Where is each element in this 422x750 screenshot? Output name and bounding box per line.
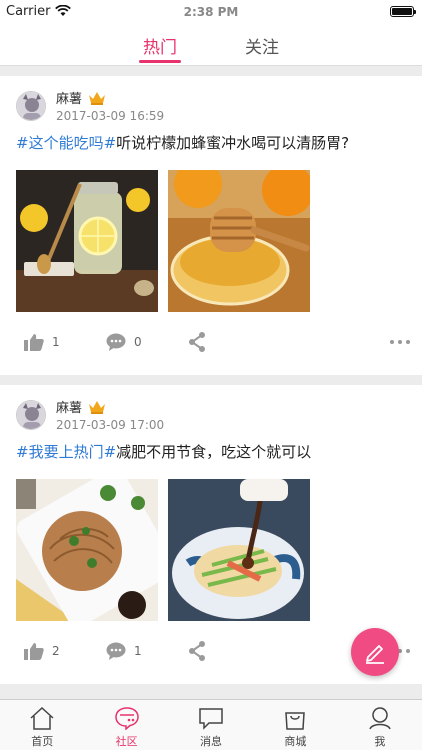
comment-button[interactable]: 0 <box>106 333 188 351</box>
post-header: 麻薯 2017-03-09 17:00 <box>16 397 164 432</box>
like-button[interactable]: 1 <box>24 333 106 351</box>
top-tabs: 热门 关注 <box>0 22 422 66</box>
post-feed: 麻薯 2017-03-09 16:59 #这个能吃吗#听说柠檬加蜂蜜冲水喝可以清… <box>0 76 422 694</box>
like-count: 2 <box>52 644 60 658</box>
post-text: #这个能吃吗#听说柠檬加蜂蜜冲水喝可以清肠胃? <box>16 132 349 153</box>
home-icon <box>30 706 54 730</box>
post-time: 2017-03-09 16:59 <box>56 109 165 123</box>
topic-tag[interactable]: #我要上热门# <box>16 443 116 461</box>
user-row: 麻薯 <box>56 88 164 107</box>
thumbs-up-icon <box>24 643 44 660</box>
share-button[interactable] <box>188 641 270 661</box>
crown-icon <box>89 91 106 105</box>
photo-noodle-salad[interactable] <box>168 479 310 621</box>
post-card[interactable]: 麻薯 2017-03-09 16:59 #这个能吃吗#听说柠檬加蜂蜜冲水喝可以清… <box>0 76 422 375</box>
comment-count: 0 <box>134 335 142 349</box>
avatar[interactable] <box>16 90 46 121</box>
pencil-icon <box>366 645 384 664</box>
comment-count: 1 <box>134 644 142 658</box>
community-icon <box>114 707 139 730</box>
username[interactable]: 麻薯 <box>56 397 82 416</box>
avatar[interactable] <box>16 399 46 430</box>
profile-icon <box>369 707 391 730</box>
comment-button[interactable]: 1 <box>106 642 188 660</box>
nav-shop-label: 商城 <box>284 735 307 748</box>
nav-home[interactable]: 首页 <box>0 700 84 750</box>
post-body: 减肥不用节食，吃这个就可以 <box>116 443 312 461</box>
carrier-group: Carrier <box>6 3 72 19</box>
nav-home-label: 首页 <box>31 735 54 748</box>
post-meta: 麻薯 2017-03-09 17:00 <box>56 397 164 432</box>
share-icon <box>189 332 205 352</box>
shop-bag-icon <box>285 712 306 730</box>
post-actions: 1 0 <box>24 332 414 352</box>
bottom-tab-bar: 首页 社区 消息 商城 我 <box>0 699 422 750</box>
user-row: 麻薯 <box>56 397 164 416</box>
like-button[interactable]: 2 <box>24 642 106 660</box>
photo-pasta-plate[interactable] <box>16 479 158 621</box>
photo-lemon-honey-jar[interactable] <box>16 170 158 312</box>
photo-grid <box>16 479 310 621</box>
post-body: 听说柠檬加蜂蜜冲水喝可以清肠胃? <box>116 134 350 152</box>
battery-icon <box>390 5 416 17</box>
post-time: 2017-03-09 17:00 <box>56 418 165 432</box>
username[interactable]: 麻薯 <box>56 88 82 107</box>
tab-hot[interactable]: 热门 <box>139 22 181 65</box>
post-text: #我要上热门#减肥不用节食，吃这个就可以 <box>16 441 311 462</box>
post-meta: 麻薯 2017-03-09 16:59 <box>56 88 164 123</box>
message-icon <box>199 708 223 730</box>
tab-following[interactable]: 关注 <box>242 22 282 65</box>
photo-grid <box>16 170 310 312</box>
thumbs-up-icon <box>24 334 44 351</box>
nav-profile-label: 我 <box>374 735 386 748</box>
post-header: 麻薯 2017-03-09 16:59 <box>16 88 164 123</box>
photo-honey-dipper-bowl[interactable] <box>168 170 310 312</box>
nav-messages[interactable]: 消息 <box>169 700 253 750</box>
wifi-icon <box>55 5 72 16</box>
comment-icon <box>106 333 126 351</box>
carrier-label: Carrier <box>6 3 51 19</box>
status-bar: Carrier 2:38 PM <box>0 0 422 22</box>
nav-community-label: 社区 <box>115 735 138 748</box>
crown-icon <box>89 400 106 414</box>
share-icon <box>189 641 205 661</box>
nav-community[interactable]: 社区 <box>84 700 168 750</box>
compose-button[interactable] <box>351 628 399 676</box>
more-options-icon[interactable] <box>390 340 410 344</box>
nav-messages-label: 消息 <box>200 735 223 748</box>
like-count: 1 <box>52 335 60 349</box>
nav-profile[interactable]: 我 <box>338 700 422 750</box>
topic-tag[interactable]: #这个能吃吗# <box>16 134 116 152</box>
share-button[interactable] <box>188 332 270 352</box>
comment-icon <box>106 642 126 660</box>
nav-shop[interactable]: 商城 <box>253 700 337 750</box>
